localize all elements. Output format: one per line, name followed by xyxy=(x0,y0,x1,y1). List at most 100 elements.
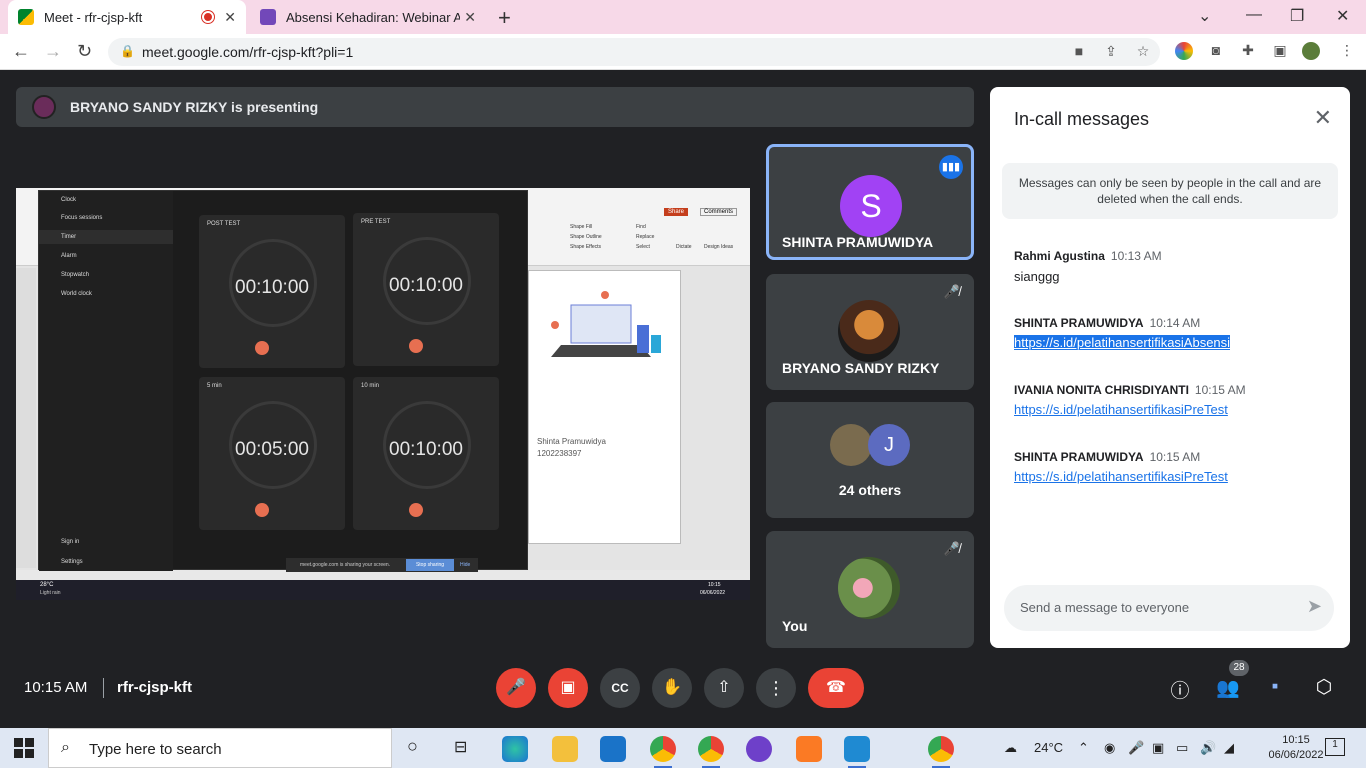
close-window-icon[interactable]: ✕ xyxy=(1336,6,1349,26)
browser-toolbar: ← → ↻ 🔒 meet.google.com/rfr-cjsp-kft?pli… xyxy=(0,34,1366,70)
close-tab-icon[interactable]: ✕ xyxy=(224,9,236,26)
wifi-icon[interactable]: ◢ xyxy=(1224,740,1234,756)
taskbar-search[interactable]: ⌕ Type here to search xyxy=(48,728,392,768)
side-panel-icon[interactable]: ▣ xyxy=(1271,42,1289,60)
restore-icon[interactable]: ❐ xyxy=(1290,6,1304,26)
browser-tab-bar: Meet - rfr-cjsp-kft ✕ Absensi Kehadiran:… xyxy=(0,0,1366,34)
participant-tile-you[interactable]: 🎤̸ You xyxy=(766,531,974,648)
timer-label: PRE TEST xyxy=(361,219,391,225)
timer-time: 00:10:00 xyxy=(389,439,463,460)
mail-icon[interactable] xyxy=(600,736,626,762)
search-icon: ⌕ xyxy=(61,739,70,756)
more-options-button[interactable]: ⋮ xyxy=(756,668,796,708)
github-icon[interactable] xyxy=(746,736,772,762)
chrome-profile-icon[interactable] xyxy=(698,736,724,768)
raise-hand-button[interactable]: ✋ xyxy=(652,668,692,708)
play-icon xyxy=(409,503,423,517)
presenter-avatar xyxy=(32,95,56,119)
new-tab-icon[interactable]: + xyxy=(498,5,511,31)
message-link[interactable]: https://s.id/pelatihansertifikasiAbsensi xyxy=(1014,335,1231,350)
leave-call-button[interactable]: ☎ xyxy=(808,668,864,708)
meet-tray-icon[interactable]: ▣ xyxy=(1152,740,1164,756)
clock-nav-sign-in: Sign in xyxy=(61,539,80,545)
presenter-text: BRYANO SANDY RIZKY is presenting xyxy=(70,99,319,115)
camera-extension-icon[interactable]: ◙ xyxy=(1207,42,1225,60)
weather-icon[interactable]: ☁ xyxy=(1004,740,1017,756)
activities-icon[interactable]: ⬡ xyxy=(1312,676,1336,700)
meeting-info-icon[interactable]: ⓘ xyxy=(1168,676,1192,702)
present-screen-button[interactable]: ⇧ xyxy=(704,668,744,708)
camera-off-button[interactable]: ▣ xyxy=(548,668,588,708)
close-tab-icon[interactable]: ✕ xyxy=(464,9,476,26)
edge-icon[interactable] xyxy=(502,736,528,762)
people-count-badge: 28 xyxy=(1229,660,1249,676)
participant-tile-bryano[interactable]: 🎤̸ BRYANO SANDY RIZKY xyxy=(766,274,974,390)
menu-dots-icon[interactable]: ⋮ xyxy=(1338,42,1356,60)
send-icon[interactable]: ➤ xyxy=(1307,596,1322,617)
mic-off-icon: 🎤̸ xyxy=(943,541,961,556)
chrome-icon[interactable] xyxy=(650,736,676,768)
play-icon xyxy=(255,341,269,355)
bookmark-star-icon[interactable]: ☆ xyxy=(1134,43,1152,61)
clock-app-window: Clock Focus sessions Timer Alarm Stopwat… xyxy=(38,190,528,571)
minimize-icon[interactable]: — xyxy=(1246,6,1262,24)
address-bar[interactable]: 🔒 meet.google.com/rfr-cjsp-kft?pli=1 ■ ⇪… xyxy=(108,38,1160,66)
vscode-icon[interactable] xyxy=(844,736,870,768)
participant-tile-others[interactable]: J 24 others xyxy=(766,402,974,518)
cortana-icon[interactable]: ○ xyxy=(407,736,418,757)
tab-forms[interactable]: Absensi Kehadiran: Webinar Adm ✕ xyxy=(250,0,486,34)
task-view-icon[interactable]: ⊟ xyxy=(454,737,467,757)
windows-start-icon[interactable] xyxy=(14,738,34,758)
puzzle-extensions-icon[interactable]: ✚ xyxy=(1239,42,1257,60)
people-icon[interactable]: 👥 xyxy=(1216,676,1240,700)
reload-icon[interactable]: ↻ xyxy=(77,41,92,62)
extension-chrome-icon[interactable] xyxy=(1175,42,1193,60)
share-icon[interactable]: ⇪ xyxy=(1102,43,1120,61)
forward-icon[interactable]: → xyxy=(44,41,62,62)
chevron-down-icon[interactable]: ⌄ xyxy=(1198,6,1211,26)
chevron-up-icon[interactable]: ⌃ xyxy=(1078,740,1089,756)
chrome-active-icon[interactable] xyxy=(928,736,954,768)
camera-blocked-icon[interactable]: ■ xyxy=(1070,43,1088,61)
share-notice: meet.google.com is sharing your screen. xyxy=(300,562,391,568)
participant-tile-shinta[interactable]: S ▮▮▮ SHINTA PRAMUWIDYA xyxy=(766,144,974,260)
close-icon[interactable]: ✕ xyxy=(1314,105,1332,131)
tab-meet[interactable]: Meet - rfr-cjsp-kft ✕ xyxy=(8,0,246,34)
file-explorer-icon[interactable] xyxy=(552,736,578,762)
ppt-share-button: Share xyxy=(664,208,689,216)
tab-title: Meet - rfr-cjsp-kft xyxy=(44,9,143,25)
in-call-messages-panel: In-call messages ✕ Messages can only be … xyxy=(990,87,1350,648)
participant-name: SHINTA PRAMUWIDYA xyxy=(782,234,934,250)
notification-center-icon[interactable]: 1 xyxy=(1325,738,1345,756)
clock-nav-settings: Settings xyxy=(61,559,83,565)
captions-button[interactable]: CC xyxy=(600,668,640,708)
message-link[interactable]: https://s.id/pelatihansertifikasiPreTest xyxy=(1014,402,1228,417)
taskbar-clock[interactable]: 10:15 06/06/2022 xyxy=(1268,733,1324,763)
clock-app-title: Clock xyxy=(61,197,77,203)
xampp-icon[interactable] xyxy=(796,736,822,762)
microphone-tray-icon[interactable]: 🎤 xyxy=(1128,740,1144,756)
chat-message-input[interactable]: Send a message to everyone ➤ xyxy=(1004,585,1334,631)
chat-message: Rahmi Agustina 10:13 AM sianggg xyxy=(1014,247,1334,284)
avatar: S xyxy=(840,175,902,237)
screen-share-bar: meet.google.com is sharing your screen. … xyxy=(286,558,478,572)
battery-icon[interactable]: ▭ xyxy=(1176,740,1188,756)
message-link[interactable]: https://s.id/pelatihansertifikasiPreTest xyxy=(1014,469,1228,484)
clock-nav: Clock Focus sessions Timer Alarm Stopwat… xyxy=(39,191,173,571)
meet-icon xyxy=(18,9,34,25)
timer-card: POST TEST 00:10:00 xyxy=(199,215,345,368)
profile-avatar[interactable] xyxy=(1302,42,1320,60)
meeting-controls: 10:15 AM rfr-cjsp-kft 🎤 ▣ CC ✋ ⇧ ⋮ ☎ ⓘ 👥… xyxy=(0,648,1366,728)
mic-off-button[interactable]: 🎤 xyxy=(496,668,536,708)
back-icon[interactable]: ← xyxy=(12,41,30,62)
camera-tray-icon[interactable]: ◉ xyxy=(1104,740,1115,756)
shared-weather-sub: Light rain xyxy=(40,590,61,596)
avatar xyxy=(830,424,872,466)
chat-message: IVANIA NONITA CHRISDIYANTI 10:15 AM https… xyxy=(1014,381,1334,419)
chat-icon[interactable]: ▪ xyxy=(1263,676,1287,700)
timer-label: 10 min xyxy=(361,383,380,389)
volume-icon[interactable]: 🔊 xyxy=(1200,740,1216,756)
taskbar-temperature[interactable]: 24°C xyxy=(1034,740,1063,755)
message-body: sianggg xyxy=(1014,269,1060,284)
url-text: meet.google.com/rfr-cjsp-kft?pli=1 xyxy=(142,44,354,60)
